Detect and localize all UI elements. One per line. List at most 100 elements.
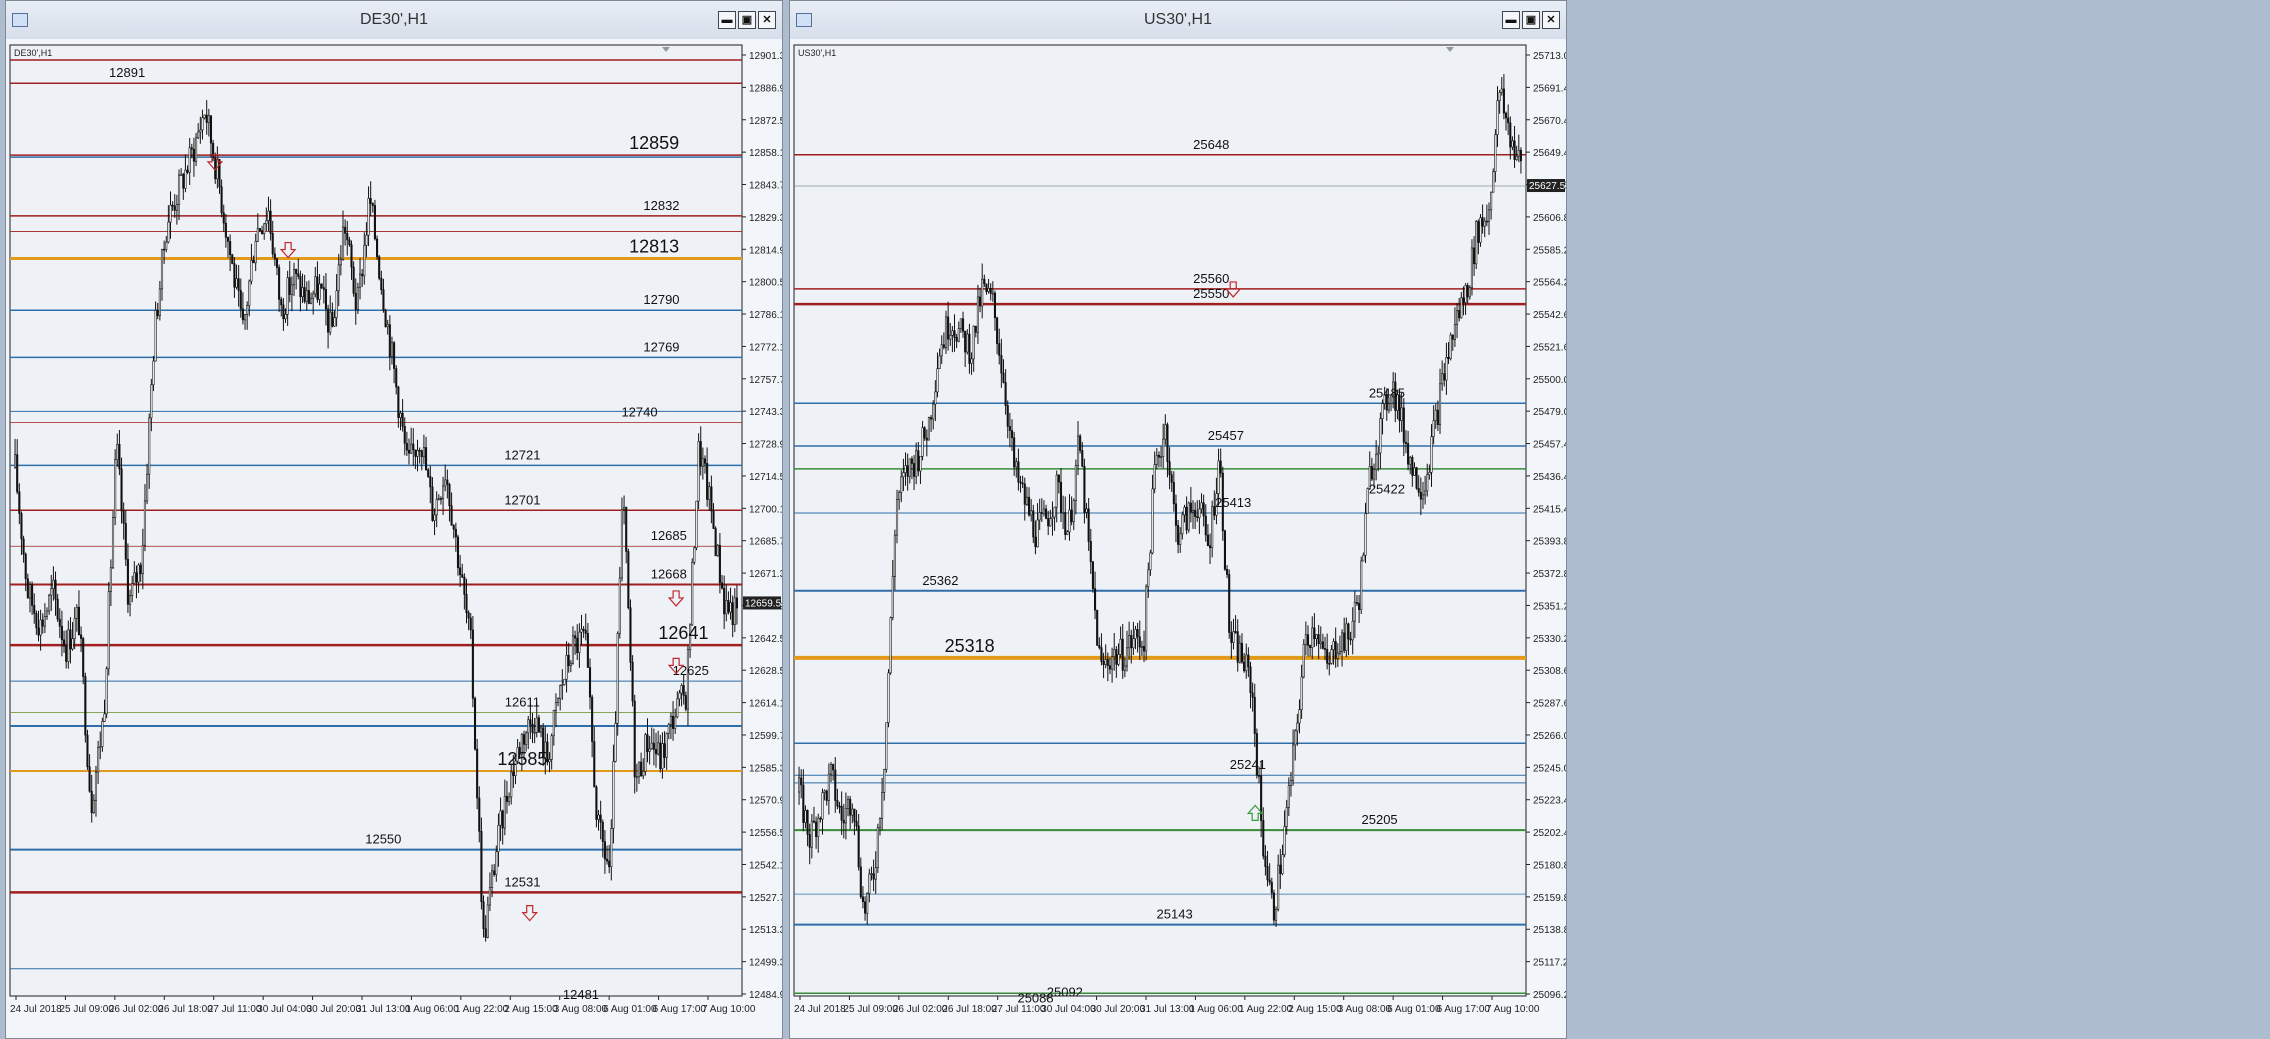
candle-body	[1023, 483, 1026, 505]
candle-body	[1070, 509, 1073, 523]
candle-body	[1379, 418, 1382, 454]
y-axis-tick-label: 25202.40	[1533, 828, 1566, 839]
candle-body	[925, 437, 928, 441]
candle-body	[586, 633, 589, 668]
candle-body	[644, 734, 647, 772]
candle-body	[1051, 516, 1054, 520]
candle-body	[350, 244, 353, 268]
candle-body	[484, 928, 487, 938]
candle-body	[380, 277, 383, 291]
candle-body	[1055, 474, 1058, 508]
candle-body	[891, 576, 894, 618]
candle-body	[501, 810, 504, 829]
level-label: 12769	[643, 339, 679, 354]
candle-body	[1426, 474, 1429, 492]
chart-window-us30[interactable]: US30',H1 ▬ ▣ ✕ US30',H1 25648 25560 25550 25…	[789, 0, 1567, 1039]
candle-body	[39, 619, 42, 636]
maximize-button[interactable]: ▣	[738, 11, 756, 29]
level-label: 12721	[504, 447, 540, 462]
y-axis-tick-label: 12685.70	[749, 537, 782, 548]
candle-body	[1196, 516, 1199, 519]
y-axis-tick-label: 25266.00	[1533, 731, 1566, 742]
y-axis-tick-label: 12628.50	[749, 666, 782, 677]
candle-body	[1121, 638, 1124, 671]
candle-body	[1059, 481, 1063, 513]
candle-body	[331, 311, 334, 327]
candle-body	[942, 344, 945, 348]
candle-body	[623, 506, 626, 510]
candle-body	[1206, 534, 1209, 547]
candle-body	[1064, 512, 1067, 535]
candle-body	[1315, 634, 1318, 639]
x-axis-tick-label: 30 Jul 04:00	[1041, 1004, 1096, 1015]
candle-body	[927, 417, 931, 441]
candle-body	[1270, 881, 1273, 894]
y-axis-tick-label: 12772.10	[749, 342, 782, 353]
candle-body	[1370, 466, 1373, 480]
y-axis-tick-label: 25330.20	[1533, 634, 1566, 645]
y-axis-tick-label: 12786.10	[749, 310, 782, 321]
candle-body	[1219, 460, 1222, 474]
candle-body	[1251, 692, 1254, 698]
candle-body	[618, 577, 621, 634]
candle-body	[290, 284, 293, 295]
candle-body	[580, 628, 583, 633]
x-axis-tick-label: 26 Jul 18:00	[942, 1004, 997, 1015]
price-chart-us30[interactable]: US30',H1 25648 2556025550 25485 25457 25422 25…	[790, 39, 1566, 1038]
x-axis-tick-label: 30 Jul 04:00	[257, 1004, 312, 1015]
chart-window-de30[interactable]: DE30',H1 ▬ ▣ ✕ DE30',H1 12891 12859 12832 12…	[5, 0, 783, 1039]
candle-body	[864, 901, 867, 914]
candle-body	[610, 828, 613, 868]
candle-body	[1183, 506, 1186, 516]
close-button[interactable]: ✕	[758, 11, 776, 29]
candle-body	[414, 449, 417, 457]
candle-body	[934, 391, 937, 405]
candle-body	[401, 412, 404, 427]
candle-body	[1091, 561, 1094, 589]
candle-body	[1236, 631, 1239, 663]
candle-body	[1347, 623, 1350, 640]
candle-body	[1068, 509, 1071, 533]
candle-body	[173, 205, 176, 211]
y-axis-tick-label: 25351.20	[1533, 601, 1566, 612]
candle-body	[431, 486, 434, 521]
minimize-button[interactable]: ▬	[1502, 11, 1520, 29]
candle-body	[1087, 508, 1090, 542]
maximize-button[interactable]: ▣	[1522, 11, 1540, 29]
candle-body	[565, 655, 568, 680]
plot-area	[9, 44, 743, 997]
candle-body	[1289, 780, 1293, 786]
candle-body	[1424, 490, 1427, 496]
candle-body	[297, 273, 300, 277]
plot-area	[793, 44, 1527, 997]
candle-body	[284, 314, 287, 320]
candle-body	[69, 629, 72, 650]
y-axis-tick-label: 25585.20	[1533, 245, 1566, 256]
candle-body	[1372, 469, 1376, 480]
window-titlebar[interactable]: DE30',H1 ▬ ▣ ✕	[6, 1, 782, 40]
candle-body	[1217, 460, 1220, 494]
candle-body	[1134, 629, 1137, 639]
window-titlebar[interactable]: US30',H1 ▬ ▣ ✕	[790, 1, 1566, 40]
candle-body	[552, 710, 555, 737]
y-axis-tick-label: 12570.90	[749, 796, 782, 807]
candle-body	[369, 197, 372, 204]
level-label: 25413	[1215, 495, 1251, 510]
close-button[interactable]: ✕	[1542, 11, 1560, 29]
candle-body	[250, 260, 253, 282]
candle-body	[642, 771, 645, 777]
level-label: 12668	[651, 566, 687, 581]
price-chart-de30[interactable]: DE30',H1 12891 12859 12832 12813 12790 12769 12…	[6, 39, 782, 1038]
candle-body	[870, 873, 873, 876]
candle-body	[435, 498, 438, 516]
candle-body	[951, 330, 954, 336]
candle-body	[186, 169, 189, 173]
candle-body	[1045, 508, 1048, 519]
candle-body	[1040, 512, 1043, 514]
candle-body	[399, 412, 402, 418]
candle-body	[680, 685, 683, 694]
candle-body	[1458, 310, 1461, 319]
candle-body	[1466, 285, 1469, 298]
x-axis-tick-label: 26 Jul 18:00	[158, 1004, 213, 1015]
minimize-button[interactable]: ▬	[718, 11, 736, 29]
